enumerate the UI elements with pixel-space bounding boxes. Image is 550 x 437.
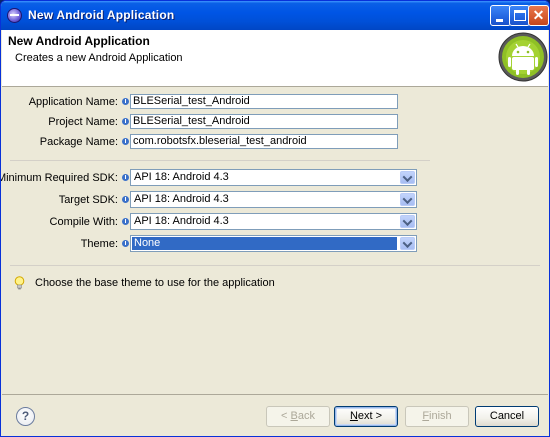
footer-divider (2, 394, 548, 395)
info-icon (122, 98, 129, 105)
application-name-label: Application Name: (28, 96, 118, 108)
info-icon (122, 138, 129, 145)
maximize-button[interactable] (509, 5, 530, 26)
cancel-button[interactable]: Cancel (475, 406, 539, 427)
new-android-application-dialog: New Android Application ✕ New Android Ap… (0, 0, 550, 437)
compile-with-value: API 18: Android 4.3 (134, 215, 229, 227)
lightbulb-icon (14, 276, 25, 290)
help-button[interactable]: ? (16, 407, 35, 426)
android-robot-icon (498, 32, 548, 82)
minimize-icon (496, 19, 503, 22)
info-icon (122, 240, 129, 247)
chevron-down-icon[interactable] (400, 193, 415, 206)
finish-button-label: inish (429, 410, 452, 422)
minimum-sdk-value: API 18: Android 4.3 (134, 171, 229, 183)
page-title: New Android Application (8, 34, 150, 48)
chevron-down-icon[interactable] (400, 237, 415, 250)
close-icon: ✕ (532, 7, 545, 23)
project-name-field[interactable]: BLESerial_test_Android (130, 114, 398, 129)
info-icon (122, 218, 129, 225)
project-name-label: Project Name: (48, 116, 118, 128)
chevron-down-icon[interactable] (400, 171, 415, 184)
title-bar[interactable]: New Android Application ✕ (1, 1, 549, 30)
help-icon: ? (21, 409, 30, 423)
window-title: New Android Application (28, 8, 175, 22)
next-button-label: ext > (357, 410, 383, 422)
compile-with-select[interactable]: API 18: Android 4.3 (130, 213, 417, 230)
wizard-form: Application Name: BLESerial_test_Android… (0, 87, 548, 401)
target-sdk-select[interactable]: API 18: Android 4.3 (130, 191, 417, 208)
theme-value: None (131, 236, 398, 251)
back-button-prefix: < (281, 410, 291, 422)
back-button-label: ack (297, 410, 315, 422)
maximize-icon (514, 10, 526, 21)
section-divider (10, 160, 430, 161)
target-sdk-label: Target SDK: (58, 194, 118, 206)
finish-button[interactable]: Finish (405, 406, 469, 427)
page-description: Creates a new Android Application (15, 52, 183, 64)
back-button[interactable]: < Back (266, 406, 330, 427)
section-divider (10, 265, 540, 266)
eclipse-icon (7, 8, 22, 23)
minimize-button[interactable] (490, 5, 511, 26)
next-button[interactable]: Next > (334, 406, 398, 427)
chevron-down-icon[interactable] (400, 215, 415, 228)
info-icon (122, 118, 129, 125)
minimum-sdk-select[interactable]: API 18: Android 4.3 (130, 169, 417, 186)
package-name-label: Package Name: (39, 136, 118, 148)
theme-select[interactable]: None (130, 235, 417, 252)
info-icon (122, 174, 129, 181)
theme-label: Theme: (80, 238, 118, 250)
cancel-button-label: Cancel (489, 410, 525, 422)
close-button[interactable]: ✕ (528, 5, 549, 26)
wizard-header: New Android Application Creates a new An… (2, 30, 548, 87)
info-icon (122, 196, 129, 203)
minimum-sdk-label: Minimum Required SDK: (0, 172, 118, 184)
application-name-field[interactable]: BLESerial_test_Android (130, 94, 398, 109)
next-button-mnemonic: N (349, 410, 358, 422)
target-sdk-value: API 18: Android 4.3 (134, 193, 229, 205)
package-name-field[interactable]: com.robotsfx.bleserial_test_android (130, 134, 398, 149)
compile-with-label: Compile With: (49, 216, 118, 228)
back-button-mnemonic: B (290, 410, 298, 422)
hint-text: Choose the base theme to use for the app… (35, 277, 275, 289)
